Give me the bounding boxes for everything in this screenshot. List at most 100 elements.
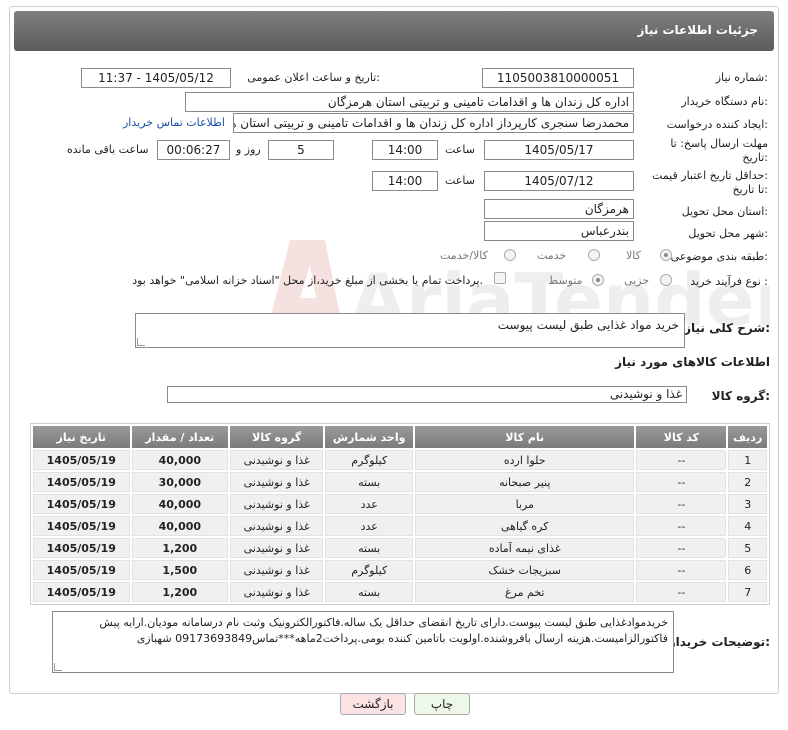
price-validity-label-2: تا تاریخ: [732, 183, 768, 196]
remaining-time-field: 00:06:27 [157, 140, 230, 160]
page-title: جزئیات اطلاعات نیاز [637, 23, 758, 37]
panel-header: جزئیات اطلاعات نیاز [14, 11, 774, 51]
buyer-notes-text: خریدموادغذایی طبق لیست پیوست.دارای تاریخ… [99, 616, 668, 645]
row-number-cell: 6 [728, 560, 767, 580]
date-cell: 1405/05/19 [33, 472, 130, 492]
treasury-note: پرداخت تمام یا بخشی از مبلغ خرید،از محل … [132, 274, 483, 287]
row-number-cell: 5 [728, 538, 767, 558]
resize-grip-icon[interactable] [54, 663, 62, 671]
print-button[interactable]: چاپ [414, 693, 470, 715]
code-cell: -- [636, 450, 727, 470]
purchase-option-medium: متوسط [548, 274, 583, 287]
group-cell: غذا و نوشیدنی [230, 538, 324, 558]
date-cell: 1405/05/19 [33, 516, 130, 536]
requester-label: ایجاد کننده درخواست: [666, 118, 768, 131]
col-header-date: تاریخ نیاز [33, 426, 130, 448]
quantity-cell: 30,000 [131, 472, 229, 492]
name-cell: سبزیجات خشک [415, 560, 635, 580]
unit-cell: عدد [325, 516, 414, 536]
row-number-cell: 1 [728, 450, 767, 470]
table-header-row: ردیف کد کالا نام کالا واحد شمارش گروه کا… [33, 426, 767, 448]
announce-datetime-label: تاریخ و ساعت اعلان عمومی: [247, 71, 380, 84]
col-header-group: گروه کالا [230, 426, 324, 448]
col-header-quantity: تعداد / مقدار [131, 426, 229, 448]
name-cell: کره گیاهی [415, 516, 635, 536]
quantity-cell: 1,500 [131, 560, 229, 580]
table-row: 3 -- مربا عدد غذا و نوشیدنی 40,000 1405/05/19 [33, 494, 767, 514]
delivery-province-label: استان محل تحویل: [681, 205, 768, 218]
price-validity-date: 1405/07/12 [484, 171, 634, 191]
purchase-radio-minor[interactable] [660, 274, 672, 286]
date-cell: 1405/05/19 [33, 450, 130, 470]
delivery-province-field: هرمزگان [484, 199, 634, 219]
category-radio-goods[interactable] [660, 249, 672, 261]
group-cell: غذا و نوشیدنی [230, 516, 324, 536]
requester-field: محمدرضا سنجری کارپرداز اداره کل زندان ها… [233, 113, 634, 133]
quantity-cell: 1,200 [131, 538, 229, 558]
announce-datetime-field: 1405/05/12 - 11:37 [81, 68, 231, 88]
code-cell: -- [636, 472, 727, 492]
reply-deadline-date: 1405/05/17 [484, 140, 634, 160]
goods-section-title: اطلاعات کالاهای مورد نیاز [615, 355, 770, 369]
table-row: 1 -- حلوا ارده کیلوگرم غذا و نوشیدنی 40,000 14… [33, 450, 767, 470]
delivery-city-field: بندرعباس [484, 221, 634, 241]
general-desc-field: خرید مواد غذایی طبق لیست پیوست [135, 313, 685, 348]
code-cell: -- [636, 516, 727, 536]
resize-grip-icon[interactable] [137, 338, 145, 346]
reply-deadline-label-2: تاریخ: [742, 151, 768, 164]
table-row: 5 -- غذای نیمه آماده بسته غذا و نوشیدنی 1,200… [33, 538, 767, 558]
date-cell: 1405/05/19 [33, 582, 130, 602]
buyer-contact-link[interactable]: اطلاعات تماس خریدار [123, 116, 225, 129]
price-validity-time: 14:00 [372, 171, 438, 191]
purchase-option-minor: جزیی [624, 274, 650, 287]
price-validity-label: حداقل تاریخ اعتبار قیمت: [652, 169, 768, 182]
reply-days-field: 5 [268, 140, 334, 160]
quantity-cell: 40,000 [131, 516, 229, 536]
name-cell: تخم مرغ [415, 582, 635, 602]
table-row: 7 -- تخم مرغ بسته غذا و نوشیدنی 1,200 1405/05/… [33, 582, 767, 602]
category-option-goods-service: کالا/خدمت [440, 249, 488, 262]
quantity-cell: 1,200 [131, 582, 229, 602]
reply-days-label: روز و [236, 143, 261, 156]
unit-cell: عدد [325, 494, 414, 514]
date-cell: 1405/05/19 [33, 494, 130, 514]
treasury-checkbox[interactable] [494, 272, 506, 284]
name-cell: غذای نیمه آماده [415, 538, 635, 558]
need-number-label: شماره نیاز: [715, 71, 768, 84]
buyer-notes-label: توضیحات خریدار: [668, 635, 770, 649]
category-label: طبقه بندی موضوعی: [670, 250, 768, 263]
purchase-radio-medium[interactable] [592, 274, 604, 286]
unit-cell: کیلوگرم [325, 450, 414, 470]
goods-table: ردیف کد کالا نام کالا واحد شمارش گروه کا… [30, 423, 770, 605]
col-header-row-number: ردیف [728, 426, 767, 448]
col-header-name: نام کالا [415, 426, 635, 448]
group-cell: غذا و نوشیدنی [230, 472, 324, 492]
table-row: 2 -- پنیر صبحانه بسته غذا و نوشیدنی 30,000 140… [33, 472, 767, 492]
row-number-cell: 7 [728, 582, 767, 602]
group-cell: غذا و نوشیدنی [230, 582, 324, 602]
category-option-service: خدمت [537, 249, 567, 262]
unit-cell: بسته [325, 582, 414, 602]
purchase-type-label: نوع فرآیند خرید : [690, 275, 768, 288]
back-button[interactable]: بازگشت [340, 693, 406, 715]
row-number-cell: 3 [728, 494, 767, 514]
name-cell: مربا [415, 494, 635, 514]
general-desc-label: شرح کلی نیاز: [684, 321, 770, 335]
buyer-org-label: نام دستگاه خریدار: [681, 95, 768, 108]
unit-cell: بسته [325, 538, 414, 558]
reply-deadline-time: 14:00 [372, 140, 438, 160]
buyer-org-field: اداره کل زندان ها و اقدامات تامینی و ترب… [185, 92, 634, 112]
reply-time-label: ساعت [445, 143, 475, 156]
category-option-goods: کالا [626, 249, 641, 262]
buyer-notes-field: خریدموادغذایی طبق لیست پیوست.دارای تاریخ… [52, 611, 674, 673]
unit-cell: بسته [325, 472, 414, 492]
general-desc-text: خرید مواد غذایی طبق لیست پیوست [497, 318, 679, 332]
remaining-time-label: ساعت باقی مانده [67, 143, 149, 156]
category-radio-goods-service[interactable] [504, 249, 516, 261]
group-cell: غذا و نوشیدنی [230, 494, 324, 514]
col-header-code: کد کالا [636, 426, 727, 448]
group-cell: غذا و نوشیدنی [230, 450, 324, 470]
col-header-unit: واحد شمارش [325, 426, 414, 448]
goods-group-field: غذا و نوشیدنی [167, 386, 687, 403]
category-radio-service[interactable] [588, 249, 600, 261]
